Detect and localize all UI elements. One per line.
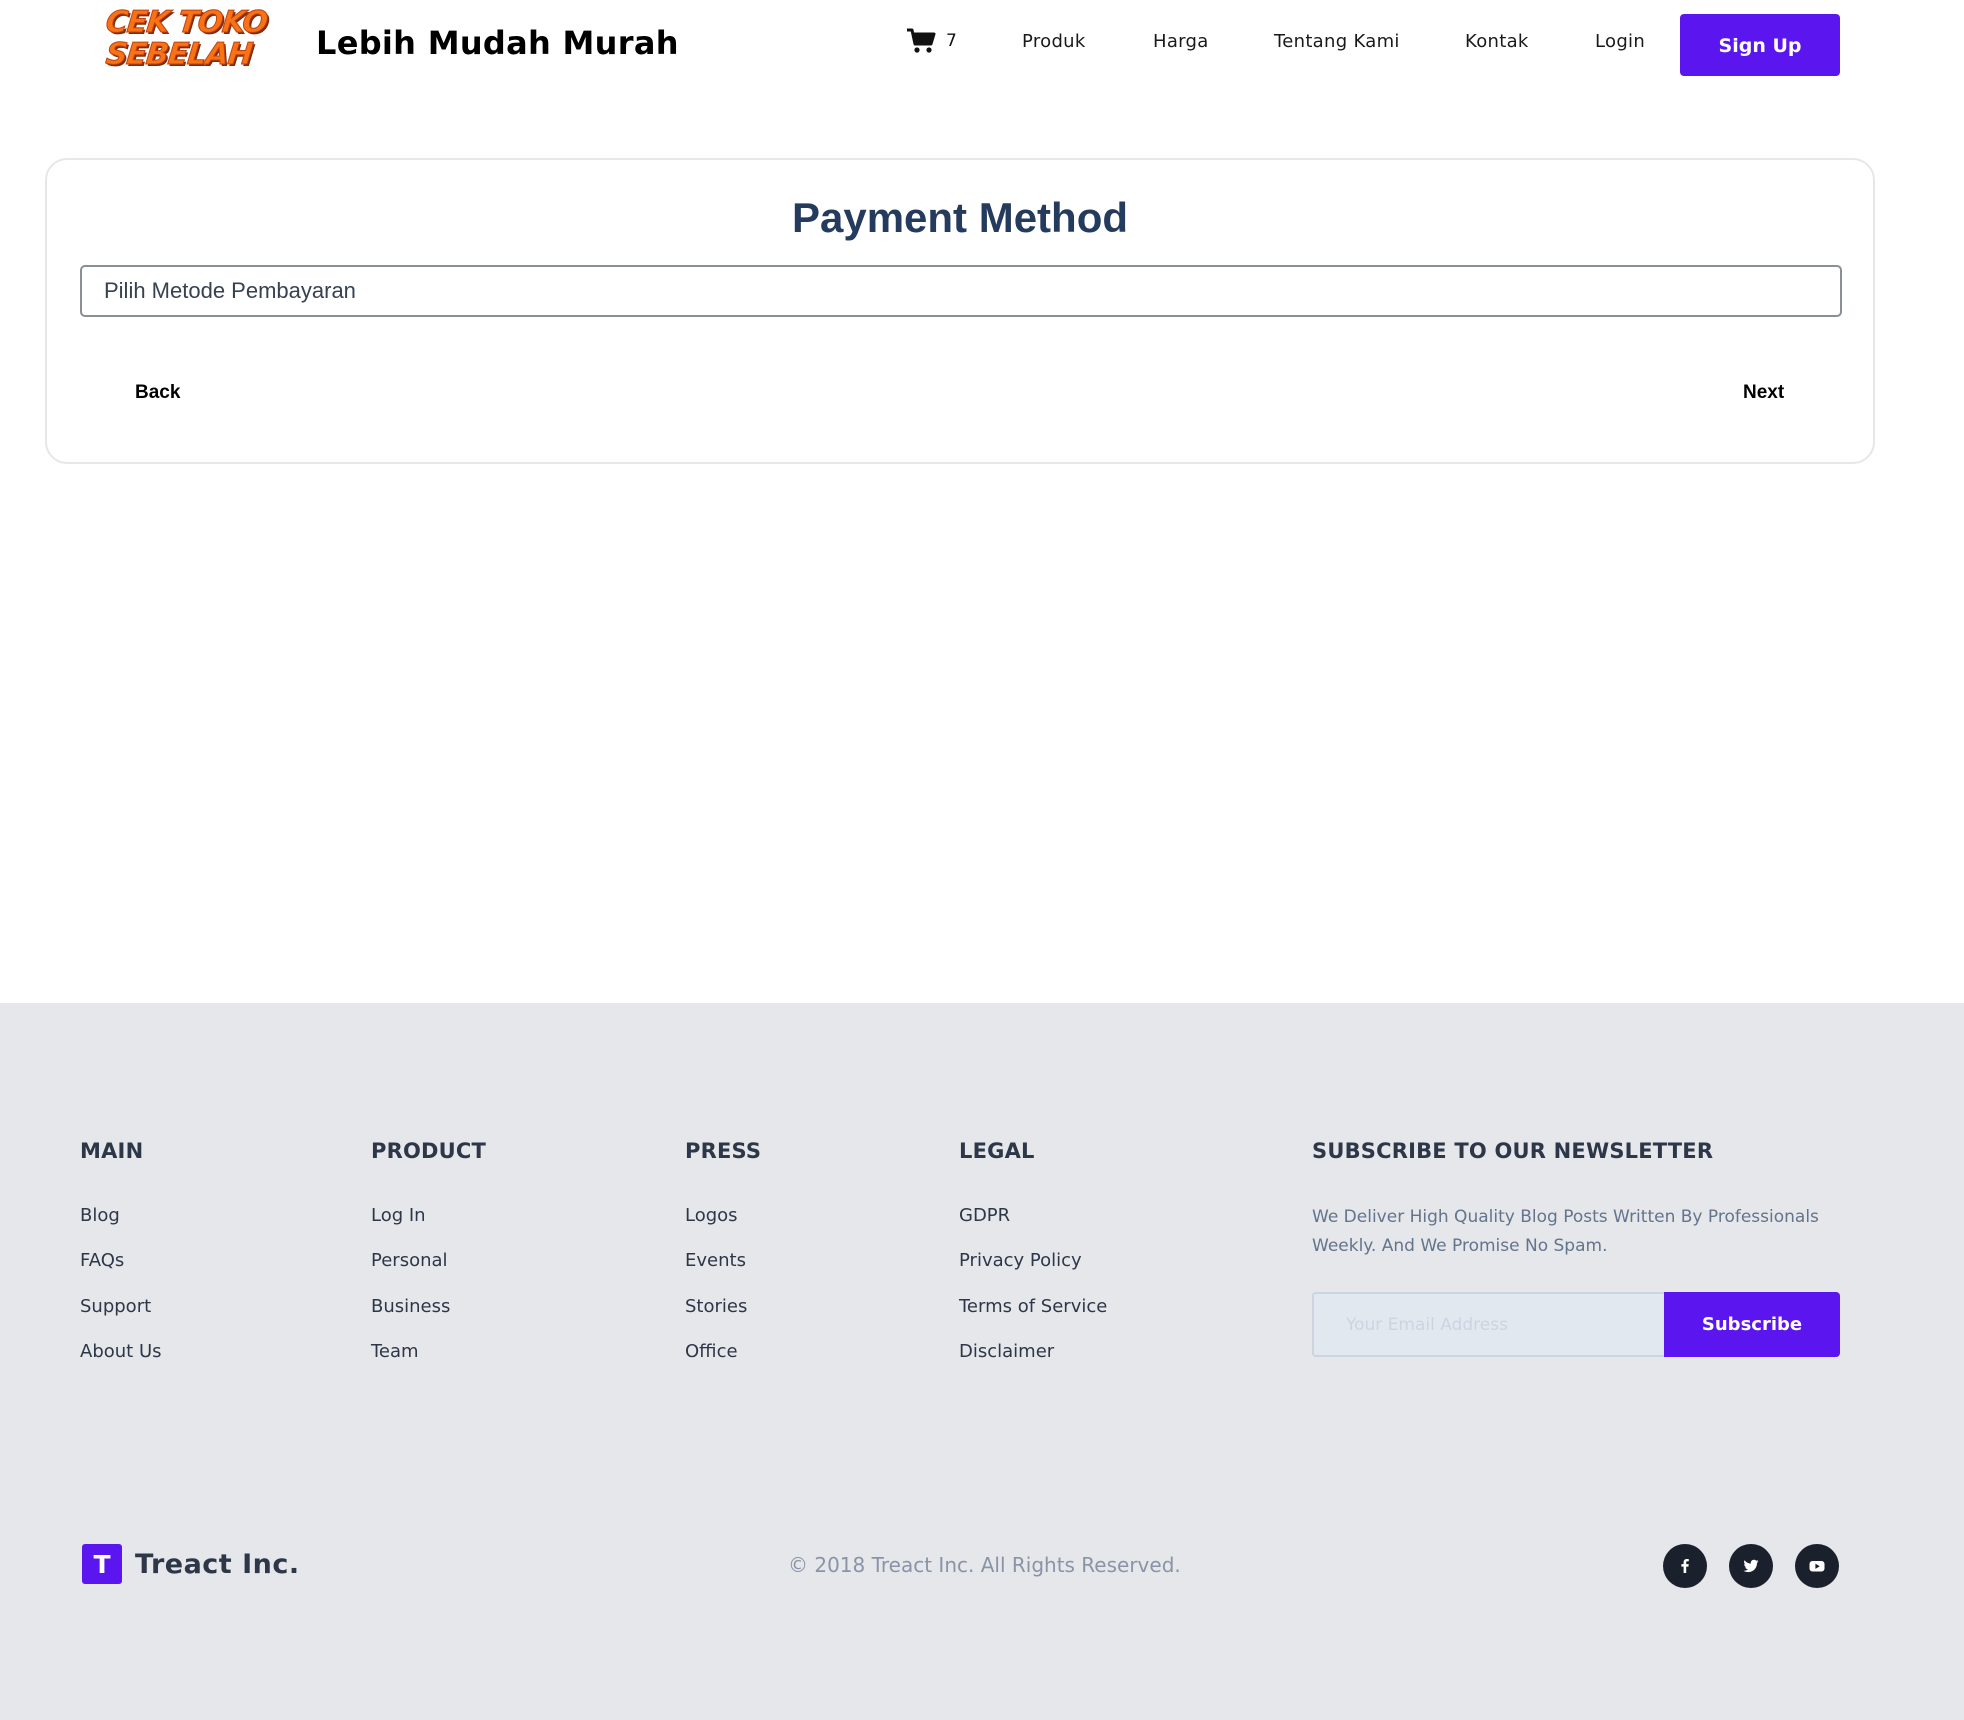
nav-produk[interactable]: Produk bbox=[1022, 31, 1086, 52]
nav-harga[interactable]: Harga bbox=[1153, 31, 1209, 52]
footer-heading-product: PRODUCT bbox=[371, 1139, 487, 1163]
footer-heading-press: PRESS bbox=[685, 1139, 762, 1163]
nav-tentang-kami[interactable]: Tentang Kami bbox=[1274, 31, 1400, 52]
footer-heading-legal: LEGAL bbox=[959, 1139, 1035, 1163]
subscribe-button[interactable]: Subscribe bbox=[1664, 1292, 1840, 1357]
facebook-link[interactable] bbox=[1663, 1544, 1707, 1588]
cart-link[interactable]: 7 bbox=[906, 28, 957, 54]
logo-line-1: CEK TOKO bbox=[104, 5, 270, 41]
site-tagline: Lebih Mudah Murah bbox=[316, 24, 679, 62]
back-button[interactable]: Back bbox=[135, 382, 180, 404]
footer-link-blog[interactable]: Blog bbox=[80, 1205, 120, 1226]
site-header: CEK TOKO SEBELAH Lebih Mudah Murah 7 Pro… bbox=[0, 0, 1964, 90]
newsletter-heading: SUBSCRIBE TO OUR NEWSLETTER bbox=[1312, 1139, 1714, 1163]
page-title: Payment Method bbox=[791, 194, 1129, 241]
logo-line-2: SEBELAH bbox=[104, 37, 255, 73]
footer-link-faqs[interactable]: FAQs bbox=[80, 1250, 124, 1271]
copyright-text: © 2018 Treact Inc. All Rights Reserved. bbox=[788, 1553, 1181, 1577]
next-button[interactable]: Next bbox=[1743, 382, 1784, 404]
brand-name: Treact Inc. bbox=[135, 1548, 300, 1580]
footer-link-disclaimer[interactable]: Disclaimer bbox=[959, 1341, 1054, 1362]
twitter-link[interactable] bbox=[1729, 1544, 1773, 1588]
newsletter-description: We Deliver High Quality Blog Posts Writt… bbox=[1312, 1207, 1819, 1256]
footer-heading-main: MAIN bbox=[80, 1139, 144, 1163]
youtube-link[interactable] bbox=[1795, 1544, 1839, 1588]
footer-link-support[interactable]: Support bbox=[80, 1296, 151, 1317]
sign-up-button[interactable]: Sign Up bbox=[1680, 14, 1840, 76]
footer-link-stories[interactable]: Stories bbox=[685, 1296, 747, 1317]
footer-link-about-us[interactable]: About Us bbox=[80, 1341, 162, 1362]
site-footer: MAIN Blog FAQs Support About Us PRODUCT … bbox=[0, 1003, 1964, 1720]
footer-link-logos[interactable]: Logos bbox=[685, 1205, 738, 1226]
treact-logo-icon: T bbox=[82, 1544, 122, 1584]
footer-link-gdpr[interactable]: GDPR bbox=[959, 1205, 1010, 1226]
nav-kontak[interactable]: Kontak bbox=[1465, 31, 1529, 52]
footer-brand[interactable]: T Treact Inc. bbox=[82, 1544, 300, 1584]
nav-login[interactable]: Login bbox=[1595, 31, 1645, 52]
youtube-icon bbox=[1809, 1561, 1825, 1572]
footer-link-team[interactable]: Team bbox=[371, 1341, 419, 1362]
facebook-icon bbox=[1681, 1559, 1689, 1573]
cart-count: 7 bbox=[946, 31, 957, 51]
footer-link-office[interactable]: Office bbox=[685, 1341, 738, 1362]
newsletter-email-input[interactable]: Your Email Address bbox=[1312, 1292, 1664, 1357]
payment-method-select[interactable]: Pilih Metode Pembayaran bbox=[80, 265, 1842, 317]
footer-link-log-in[interactable]: Log In bbox=[371, 1205, 426, 1226]
footer-link-business[interactable]: Business bbox=[371, 1296, 450, 1317]
cart-icon bbox=[907, 28, 936, 53]
twitter-icon bbox=[1743, 1559, 1759, 1573]
payment-method-card: Payment Method Pilih Metode Pembayaran B… bbox=[45, 158, 1875, 464]
footer-link-terms-of-service[interactable]: Terms of Service bbox=[959, 1296, 1107, 1317]
footer-link-privacy-policy[interactable]: Privacy Policy bbox=[959, 1250, 1082, 1271]
cek-toko-sebelah-logo[interactable]: CEK TOKO SEBELAH bbox=[104, 5, 274, 74]
footer-link-events[interactable]: Events bbox=[685, 1250, 746, 1271]
footer-link-personal[interactable]: Personal bbox=[371, 1250, 448, 1271]
